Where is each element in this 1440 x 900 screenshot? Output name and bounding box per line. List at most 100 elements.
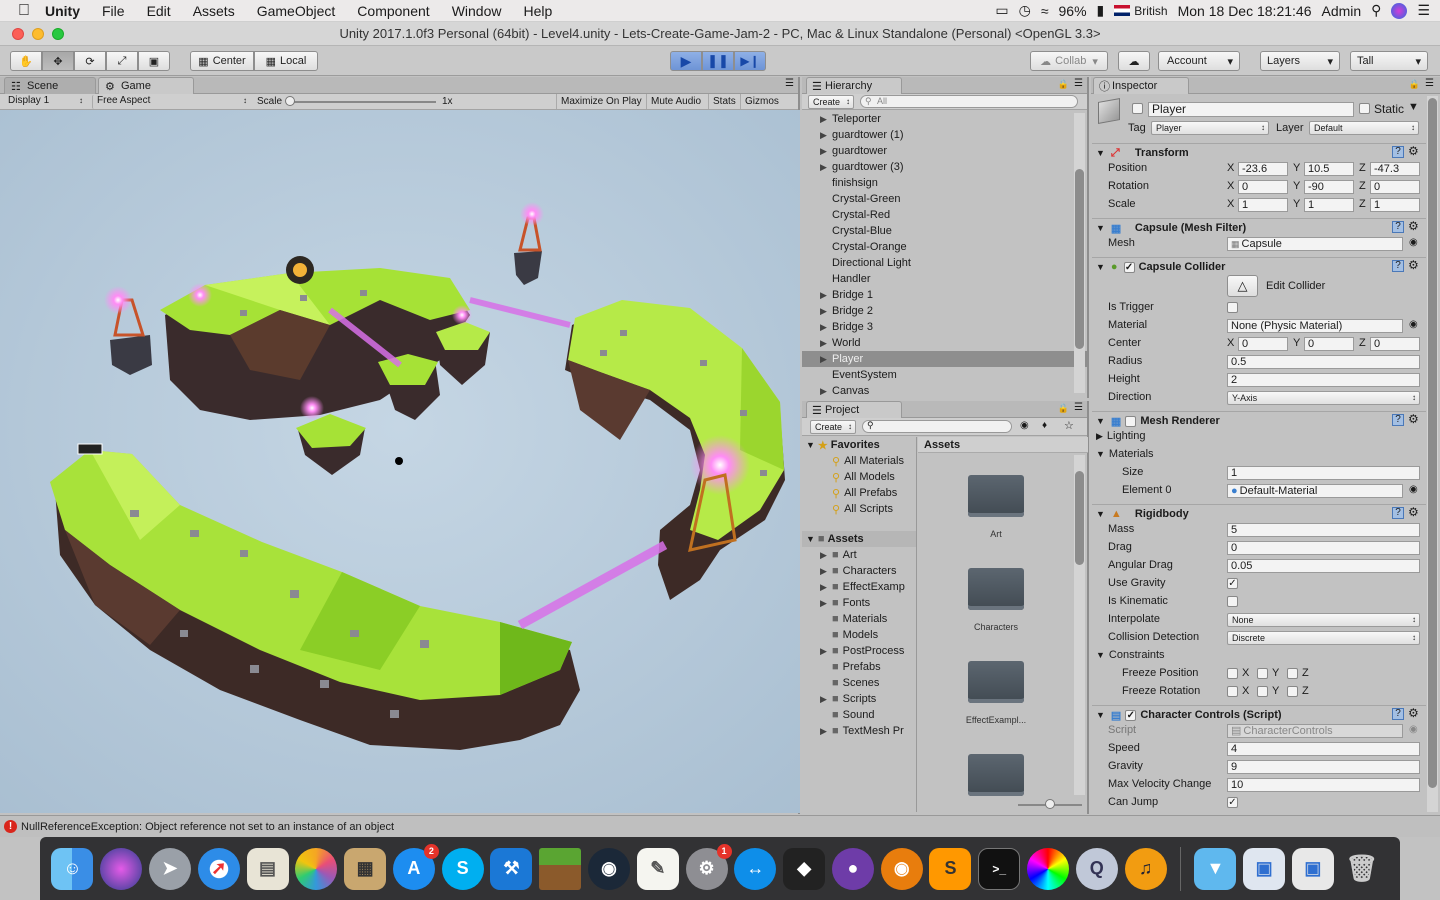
can-jump-checkbox[interactable]: ✓ (1227, 797, 1238, 808)
textedit-icon[interactable]: ✎ (636, 847, 679, 890)
step-button[interactable]: ▶❙ (734, 51, 766, 71)
filter-label-icon[interactable]: ♦ (1042, 420, 1047, 431)
user-name[interactable]: Admin (1321, 3, 1361, 19)
rect-tool-icon[interactable]: ▣ (138, 51, 170, 71)
folder-item[interactable]: ▶ ■ PostProcess (802, 643, 916, 659)
minimize-window-button[interactable] (32, 28, 44, 40)
position-x-field[interactable]: -23.6 (1238, 162, 1288, 176)
safari-icon[interactable]: ➚ (197, 847, 240, 890)
recent-window-2-icon[interactable]: ▣ (1291, 847, 1334, 890)
tab-game[interactable]: ⚙ Game (98, 77, 194, 94)
asset-folder-tile[interactable]: EffectExampl... (918, 639, 1088, 732)
tab-project[interactable]: ☰ Project (806, 401, 902, 418)
lock-icon[interactable]: 🔒 (1409, 79, 1420, 90)
mesh-filter-header[interactable]: ▼ ▦ Capsule (Mesh Filter) (1092, 218, 1426, 237)
help-icon[interactable]: ? (1392, 221, 1404, 233)
preview-icon[interactable]: ▤ (246, 847, 289, 890)
position-y-field[interactable]: 10.5 (1304, 162, 1354, 176)
max-velocity-field[interactable]: 10 (1227, 778, 1420, 792)
hierarchy-item[interactable]: ▶ guardtower (1) (802, 127, 1087, 143)
folder-item[interactable]: ▶ ■ Fonts (802, 595, 916, 611)
component-settings-gear-icon[interactable]: ⚙ (1408, 219, 1419, 233)
collapse-arrow-icon[interactable]: ▶ (820, 146, 832, 157)
move-tool-icon[interactable]: ✥ (42, 51, 74, 71)
scale-tool-icon[interactable]: ⤢ (106, 51, 138, 71)
folder-item[interactable]: ▶ ■ Scripts (802, 691, 916, 707)
wifi-icon[interactable]: ≈ (1041, 3, 1049, 19)
position-z-label[interactable]: Z (1359, 162, 1366, 174)
scale-x-label[interactable]: X (1227, 198, 1234, 210)
menu-file[interactable]: File (91, 3, 136, 19)
rotation-y-field[interactable]: -90 (1304, 180, 1354, 194)
edit-collider-button[interactable]: △ (1227, 275, 1258, 297)
height-field[interactable]: 2 (1227, 373, 1420, 387)
collapse-arrow-icon[interactable]: ▶ (820, 322, 832, 333)
terminal-icon[interactable]: >_ (978, 847, 1021, 890)
apple-icon[interactable]:  (0, 2, 41, 20)
sublime-icon[interactable]: S (929, 847, 972, 890)
folder-item[interactable]: ■ Models (802, 627, 916, 643)
center-x-label[interactable]: X (1227, 337, 1234, 349)
layer-dropdown[interactable]: Default (1309, 121, 1419, 135)
keyboard-layout[interactable]: British (1134, 4, 1167, 18)
stats-toggle[interactable]: Stats (708, 94, 740, 109)
tab-inspector[interactable]: ⓘ Inspector (1093, 77, 1189, 94)
menu-help[interactable]: Help (512, 3, 563, 19)
object-picker-icon[interactable]: ◉ (1409, 237, 1418, 248)
component-settings-gear-icon[interactable]: ⚙ (1408, 144, 1419, 158)
character-controls-header[interactable]: ▼ ▤ ✓ Character Controls (Script) (1092, 705, 1426, 724)
xcode-icon[interactable]: ⚒ (490, 847, 533, 890)
color-picker-icon[interactable] (1027, 847, 1070, 890)
is-kinematic-checkbox[interactable] (1227, 596, 1238, 607)
collapse-arrow-icon[interactable]: ▶ (820, 354, 832, 365)
hierarchy-item[interactable]: finishsign (802, 175, 1087, 191)
status-bar[interactable]: ! NullReferenceException: Object referen… (0, 815, 1440, 837)
hierarchy-item[interactable]: ▶ Canvas (802, 383, 1087, 399)
collapse-arrow-icon[interactable]: ▶ (820, 582, 832, 593)
cloud-button[interactable]: ☁ (1118, 51, 1150, 71)
notification-center-icon[interactable]: ☰ (1417, 2, 1430, 19)
constraints-foldout[interactable]: ▼ Constraints (1096, 649, 1165, 661)
radius-field[interactable]: 0.5 (1227, 355, 1420, 369)
hierarchy-item[interactable]: ▶ guardtower (802, 143, 1087, 159)
play-button[interactable]: ▶ (670, 51, 702, 71)
favorite-item[interactable]: ⚲ All Scripts (802, 501, 916, 517)
menu-component[interactable]: Component (346, 3, 440, 19)
time-machine-icon[interactable]: ◷ (1019, 2, 1031, 19)
folder-item[interactable]: ▶ ■ EffectExamp (802, 579, 916, 595)
collapse-arrow-icon[interactable]: ▶ (820, 550, 832, 561)
rotation-x-field[interactable]: 0 (1238, 180, 1288, 194)
pivot-local-button[interactable]: ▦ Local (254, 51, 318, 71)
blender-icon[interactable]: ◉ (880, 847, 923, 890)
siri-icon[interactable] (1391, 2, 1408, 19)
rotation-z-label[interactable]: Z (1359, 180, 1366, 192)
object-name-field[interactable]: Player (1148, 102, 1354, 117)
asset-folder-tile[interactable]: Characters (918, 546, 1088, 639)
rotation-z-field[interactable]: 0 (1370, 180, 1420, 194)
photos-icon[interactable] (295, 847, 338, 890)
steam-icon[interactable]: ◉ (587, 847, 630, 890)
rotation-y-label[interactable]: Y (1293, 180, 1300, 192)
collab-dropdown[interactable]: ☁ Collab ▾ (1030, 51, 1108, 71)
center-x-field[interactable]: 0 (1238, 337, 1288, 351)
position-z-field[interactable]: -47.3 (1370, 162, 1420, 176)
hierarchy-item[interactable]: EventSystem (802, 367, 1087, 383)
collapse-arrow-icon[interactable]: ▶ (820, 130, 832, 141)
transform-header[interactable]: ▼ ⤢ Transform (1092, 143, 1426, 162)
favorites-header[interactable]: ▼ ★ Favorites (802, 437, 916, 453)
freeze-rotation-y-checkbox[interactable] (1257, 686, 1268, 697)
favorite-star-icon[interactable]: ☆ (1064, 419, 1074, 432)
quicktime-icon[interactable]: Q (1075, 847, 1118, 890)
mesh-field[interactable]: ▦ Capsule (1227, 237, 1403, 251)
freeze-position-x-checkbox[interactable] (1227, 668, 1238, 679)
siri-icon[interactable] (100, 847, 143, 890)
filter-type-icon[interactable]: ◉ (1020, 420, 1029, 431)
freeze-rotation-x-checkbox[interactable] (1227, 686, 1238, 697)
freeze-position-y-checkbox[interactable] (1257, 668, 1268, 679)
element-0-field[interactable]: ● Default-Material (1227, 484, 1403, 498)
hierarchy-item[interactable]: Crystal-Green (802, 191, 1087, 207)
hierarchy-item[interactable]: ▶ Bridge 1 (802, 287, 1087, 303)
object-picker-icon[interactable]: ◉ (1409, 484, 1418, 495)
is-trigger-checkbox[interactable] (1227, 302, 1238, 313)
project-create-dropdown[interactable]: Create (810, 420, 856, 434)
